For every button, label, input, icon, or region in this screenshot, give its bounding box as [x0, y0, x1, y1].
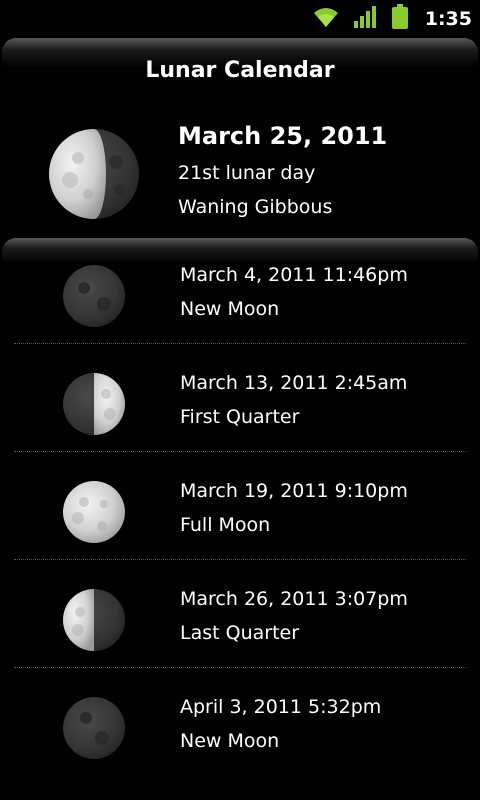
list-item[interactable]: March 26, 2011 3:07pm Last Quarter — [0, 560, 480, 668]
event-datetime: April 3, 2011 5:32pm — [180, 696, 382, 718]
new-moon-icon — [62, 264, 126, 332]
last-quarter-moon-icon — [62, 588, 126, 656]
list-item[interactable]: March 4, 2011 11:46pm New Moon — [0, 256, 480, 344]
event-phase: New Moon — [180, 298, 280, 320]
app-title: Lunar Calendar — [145, 58, 335, 83]
event-datetime: March 4, 2011 11:46pm — [180, 264, 408, 286]
wifi-icon — [311, 5, 341, 33]
today-section: March 25, 2011 21st lunar day Waning Gib… — [0, 118, 480, 228]
event-phase: First Quarter — [180, 406, 300, 428]
waning-gibbous-moon-icon — [48, 128, 140, 224]
event-datetime: March 13, 2011 2:45am — [180, 372, 408, 394]
today-date: March 25, 2011 — [178, 122, 388, 150]
full-moon-icon — [62, 480, 126, 548]
list-item[interactable]: March 13, 2011 2:45am First Quarter — [0, 344, 480, 452]
phase-events-list: March 4, 2011 11:46pm New Moon March 13,… — [0, 256, 480, 776]
signal-icon — [353, 5, 379, 33]
event-phase: Full Moon — [180, 514, 271, 536]
list-item[interactable]: March 19, 2011 9:10pm Full Moon — [0, 452, 480, 560]
list-item[interactable]: April 3, 2011 5:32pm New Moon — [0, 668, 480, 776]
clock: 1:35 — [424, 8, 472, 30]
lunar-day: 21st lunar day — [178, 162, 316, 184]
event-datetime: March 26, 2011 3:07pm — [180, 588, 408, 610]
status-icons: 1:35 — [311, 4, 472, 34]
today-phase: Waning Gibbous — [178, 196, 333, 218]
status-bar: 1:35 — [0, 0, 480, 38]
event-datetime: March 19, 2011 9:10pm — [180, 480, 408, 502]
battery-icon — [391, 4, 409, 34]
new-moon-icon — [62, 696, 126, 764]
event-phase: New Moon — [180, 730, 280, 752]
first-quarter-moon-icon — [62, 372, 126, 440]
event-phase: Last Quarter — [180, 622, 300, 644]
